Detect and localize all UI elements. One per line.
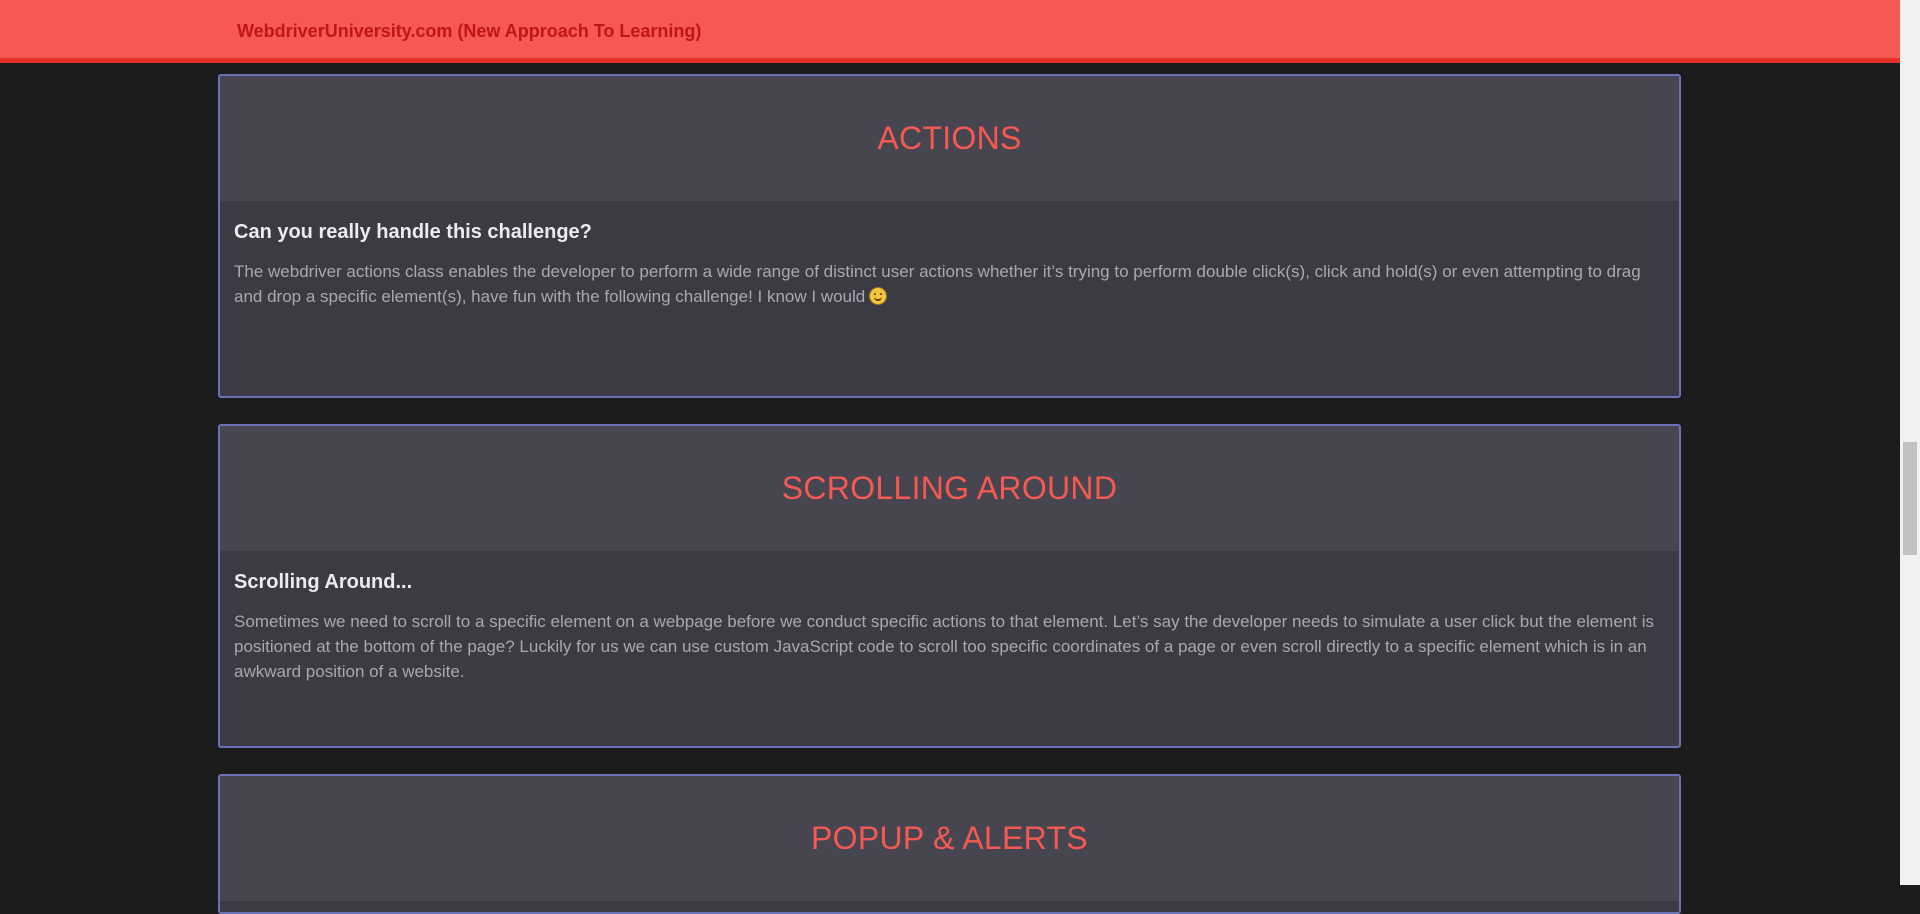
card-title: ACTIONS <box>877 120 1022 156</box>
card-description-text: The webdriver actions class enables the … <box>234 262 1641 306</box>
scrollbar-thumb[interactable] <box>1903 442 1917 555</box>
card-description: Sometimes we need to scroll to a specifi… <box>234 612 1654 681</box>
card-subtitle: Can you really handle this challenge? <box>234 221 592 243</box>
card-subtitle: Scrolling Around... <box>234 571 413 593</box>
card-header: SCROLLING AROUND <box>220 426 1679 551</box>
card-body: Can you really handle this challenge? Th… <box>220 201 1679 309</box>
card-header: ACTIONS <box>220 76 1679 201</box>
scrolling-around-card[interactable]: SCROLLING AROUND Scrolling Around... Som… <box>218 424 1681 748</box>
card-body: Scrolling Around... Sometimes we need to… <box>220 551 1679 684</box>
brand-link[interactable]: WebdriverUniversity.com (New Approach To… <box>237 21 701 42</box>
card-description: The webdriver actions class enables the … <box>234 259 1665 309</box>
top-navbar: WebdriverUniversity.com (New Approach To… <box>0 0 1900 63</box>
smiley-emoji-icon <box>869 287 888 305</box>
card-title: SCROLLING AROUND <box>781 470 1118 506</box>
popup-alerts-card[interactable]: POPUP & ALERTS <box>218 774 1681 914</box>
actions-card[interactable]: ACTIONS Can you really handle this chall… <box>218 74 1681 398</box>
card-header: POPUP & ALERTS <box>220 776 1679 901</box>
card-title: POPUP & ALERTS <box>811 820 1088 856</box>
